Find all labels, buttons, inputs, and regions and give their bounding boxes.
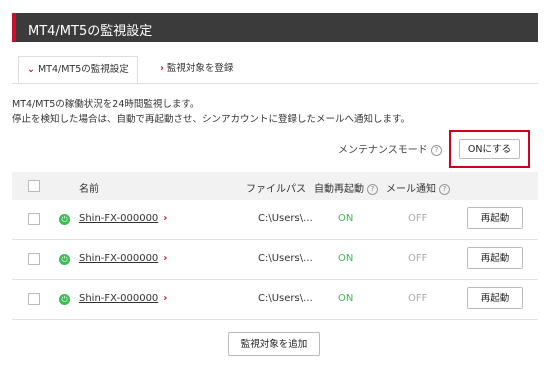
tab-label: MT4/MT5の監視設定 (37, 64, 129, 75)
row-checkbox[interactable] (28, 293, 40, 305)
table-header: 名前 ファイルパス 自動再起動? メール通知? (12, 172, 538, 200)
highlight-box: ONにする (449, 130, 530, 168)
table-row: ⏻ Shin-FX-000000 › C:\Users\... ON OFF 再起… (12, 200, 538, 240)
terminal-name-link[interactable]: Shin-FX-000000 › (79, 253, 167, 264)
page-header: MT4/MT5の監視設定 (12, 13, 538, 42)
mail-label: メール通知 (386, 184, 436, 195)
auto-restart-status: ON (338, 213, 354, 224)
tab-monitor-settings[interactable]: ⌄ MT4/MT5の監視設定 (18, 56, 138, 83)
terminal-name: Shin-FX-000000 (79, 253, 159, 264)
column-header-mail: メール通知? (386, 180, 450, 195)
add-target-button[interactable]: 監視対象を追加 (228, 332, 320, 356)
row-checkbox[interactable] (28, 213, 40, 225)
power-icon: ⏻ (59, 214, 70, 225)
auto-restart-status: ON (338, 253, 354, 264)
file-path: C:\Users\... (258, 213, 313, 224)
tab-bar: ⌄ MT4/MT5の監視設定 › 監視対象を登録 (12, 56, 538, 84)
tab-label: 監視対象を登録 (166, 63, 234, 74)
power-icon: ⏻ (59, 294, 70, 305)
restart-button[interactable]: 再起動 (467, 287, 523, 309)
help-icon[interactable]: ? (439, 183, 450, 195)
column-header-auto-restart: 自動再起動? (314, 180, 378, 195)
power-icon: ⏻ (59, 254, 70, 265)
mail-status: OFF (408, 293, 428, 304)
description-line-1: MT4/MT5の稼働状況を24時間監視します。 (12, 99, 200, 110)
file-path: C:\Users\... (258, 253, 313, 264)
tab-register-target[interactable]: › 監視対象を登録 (152, 56, 241, 82)
column-header-name: 名前 (79, 184, 99, 195)
maintenance-label-text: メンテナンスモード (338, 145, 428, 156)
auto-restart-status: ON (338, 293, 354, 304)
terminal-name-link[interactable]: Shin-FX-000000 › (79, 293, 167, 304)
chevron-down-icon: ⌄ (27, 64, 35, 75)
restart-button[interactable]: 再起動 (467, 207, 523, 229)
table-row: ⏻ Shin-FX-000000 › C:\Users\... ON OFF 再起… (12, 240, 538, 280)
mail-status: OFF (408, 213, 428, 224)
terminal-name: Shin-FX-000000 (79, 213, 159, 224)
help-icon[interactable]: ? (367, 183, 378, 195)
chevron-right-icon: › (163, 293, 168, 304)
description-line-2: 停止を検知した場合は、自動で再起動させ、シンアカウントに登録したメールへ通知しま… (12, 114, 411, 125)
page-title: MT4/MT5の監視設定 (28, 24, 153, 39)
file-path: C:\Users\... (258, 293, 313, 304)
table-row: ⏻ Shin-FX-000000 › C:\Users\... ON OFF 再起… (12, 280, 538, 320)
terminal-name-link[interactable]: Shin-FX-000000 › (79, 213, 167, 224)
chevron-right-icon: › (163, 213, 168, 224)
row-checkbox[interactable] (28, 253, 40, 265)
maintenance-mode-label: メンテナンスモード? (338, 141, 442, 156)
auto-restart-label: 自動再起動 (314, 184, 364, 195)
select-all-checkbox[interactable] (28, 180, 40, 192)
restart-button[interactable]: 再起動 (467, 247, 523, 269)
maintenance-on-button[interactable]: ONにする (459, 139, 520, 159)
help-icon[interactable]: ? (430, 144, 442, 156)
mail-status: OFF (408, 253, 428, 264)
column-header-path: ファイルパス (246, 184, 306, 195)
chevron-right-icon: › (163, 253, 168, 264)
terminal-name: Shin-FX-000000 (79, 293, 159, 304)
chevron-right-icon: › (160, 63, 164, 74)
